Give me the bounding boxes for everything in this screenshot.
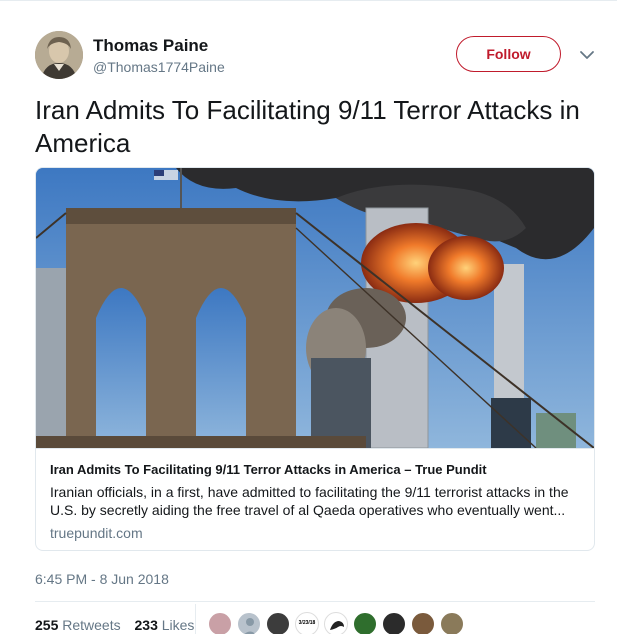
card-photo: [36, 168, 594, 449]
liker-avatar[interactable]: [440, 612, 464, 634]
top-divider: [0, 0, 617, 1]
liker-avatar[interactable]: [411, 612, 435, 634]
card-body[interactable]: Iran Admits To Facilitating 9/11 Terror …: [36, 448, 594, 550]
card-image[interactable]: [36, 168, 594, 449]
retweets-count: 255: [35, 617, 59, 633]
default-avatar-icon: [244, 618, 256, 634]
author-name[interactable]: Thomas Paine: [93, 36, 208, 56]
portrait-image: [35, 31, 83, 79]
tweet-timestamp[interactable]: 6:45 PM - 8 Jun 2018: [35, 571, 169, 587]
liker-avatar-badge: 3/23/18: [298, 620, 316, 626]
liker-avatar[interactable]: [208, 612, 232, 634]
liker-avatar[interactable]: [324, 612, 348, 634]
liker-avatar[interactable]: [353, 612, 377, 634]
tweet-text: Iran Admits To Facilitating 9/11 Terror …: [35, 95, 580, 158]
follow-button[interactable]: Follow: [456, 36, 561, 72]
card-title[interactable]: Iran Admits To Facilitating 9/11 Terror …: [50, 462, 487, 477]
card-description: Iranian officials, in a first, have admi…: [50, 484, 569, 518]
retweets-stat[interactable]: 255 Retweets: [35, 617, 121, 633]
author-avatar[interactable]: [35, 31, 83, 79]
link-card[interactable]: Iran Admits To Facilitating 9/11 Terror …: [35, 167, 595, 551]
likes-stat[interactable]: 233 Likes: [135, 617, 195, 633]
card-domain[interactable]: truepundit.com: [50, 525, 143, 541]
likes-count: 233: [134, 617, 158, 633]
silhouette-icon: [330, 621, 344, 630]
author-handle[interactable]: @Thomas1774Paine: [93, 59, 225, 75]
likes-label: Likes: [161, 617, 195, 633]
retweets-label: Retweets: [62, 617, 121, 633]
stats-vertical-divider: [195, 604, 196, 634]
liker-avatar[interactable]: [266, 612, 290, 634]
liker-avatar[interactable]: [382, 612, 406, 634]
chevron-down-icon[interactable]: [578, 46, 596, 64]
stats-divider-line: [35, 601, 595, 602]
liker-avatar[interactable]: 3/23/18: [295, 612, 319, 634]
liker-avatar[interactable]: [237, 612, 261, 634]
tweet-stats: 255 Retweets 233 Likes: [35, 617, 194, 633]
